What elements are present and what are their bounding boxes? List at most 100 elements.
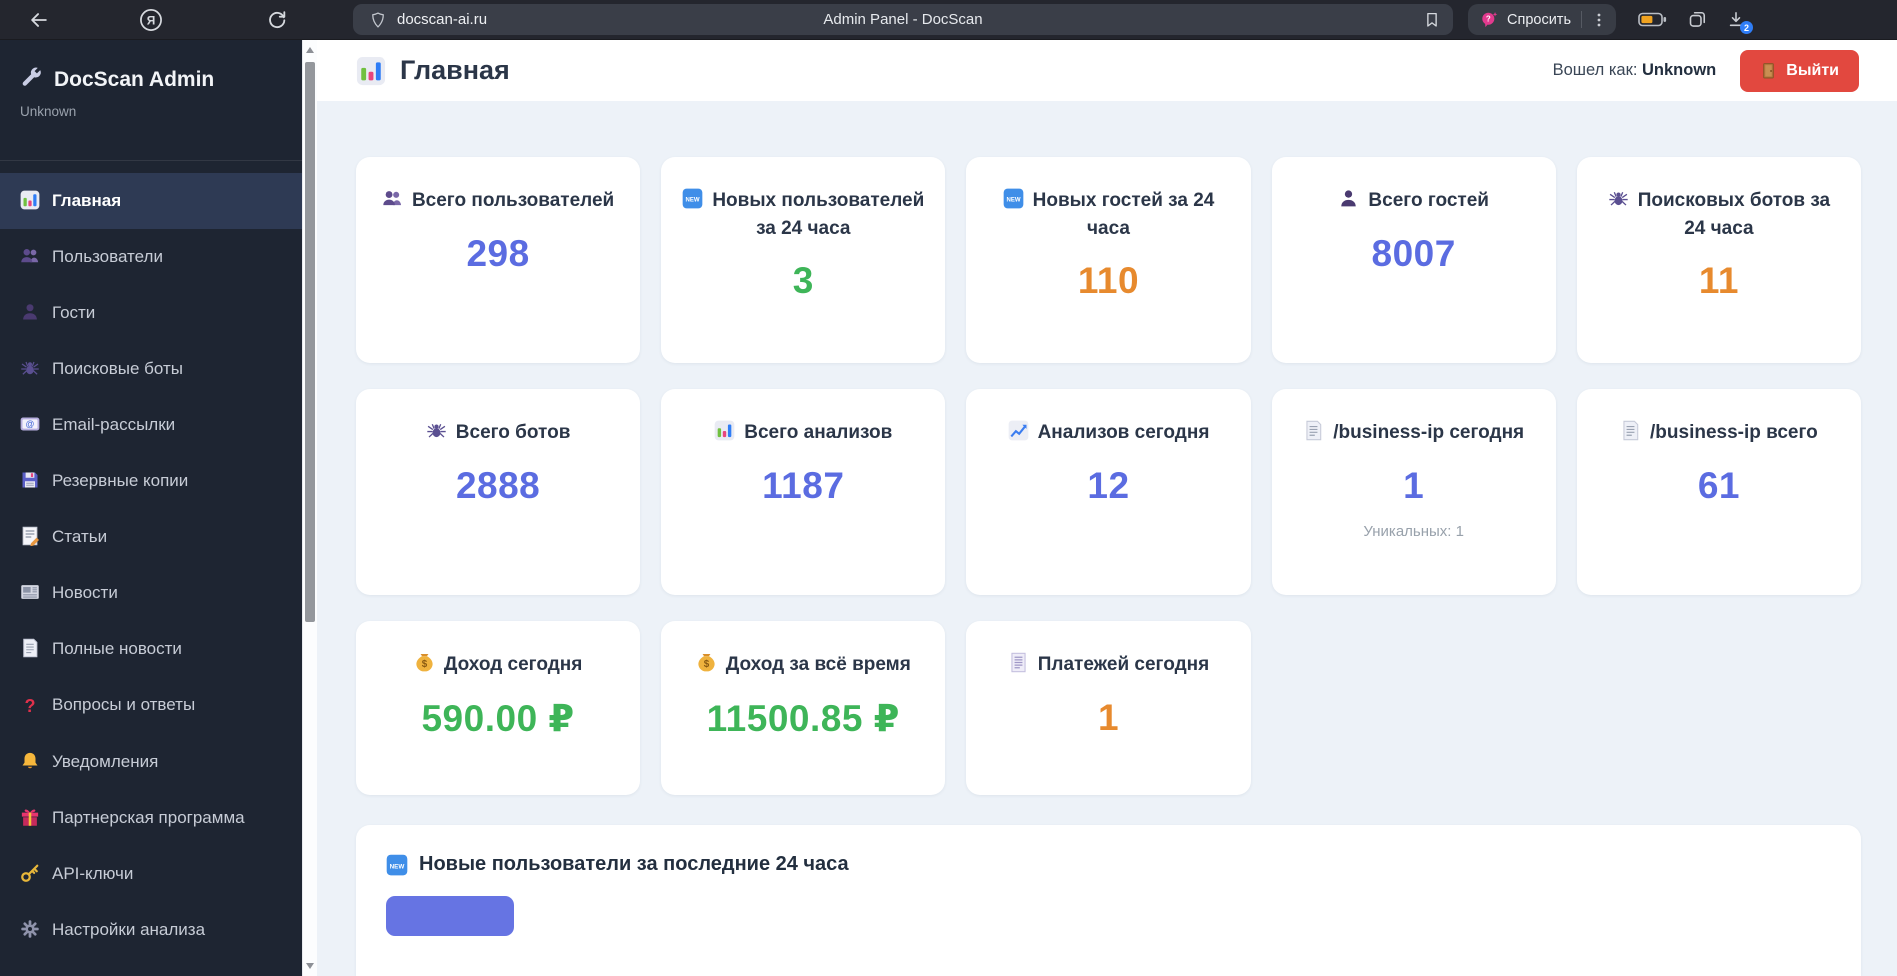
kebab-menu-icon[interactable] — [1592, 12, 1606, 28]
new-badge-icon: NEW — [386, 854, 408, 876]
stat-value: 1 — [1403, 464, 1425, 506]
stat-value: 12 — [1087, 464, 1130, 506]
stat-value: 11 — [1698, 260, 1739, 302]
stat-card-total-bots: Всего ботов 2888 — [356, 389, 641, 595]
sidebar-item-search-bots[interactable]: Поисковые боты — [0, 341, 302, 397]
sidebar-nav: Главная Пользователи Гости Поисковые бот… — [0, 161, 302, 958]
sidebar-item-analysis-settings[interactable]: Настройки анализа — [0, 902, 302, 958]
svg-text:$: $ — [422, 659, 428, 670]
logout-button[interactable]: Выйти — [1740, 49, 1859, 92]
yandex-logo-button[interactable]: Я — [138, 7, 164, 33]
scroll-down-button[interactable] — [303, 958, 317, 974]
battery-icon[interactable] — [1638, 11, 1667, 28]
gear-icon — [20, 919, 40, 939]
refresh-button[interactable] — [264, 7, 290, 33]
sidebar-item-users[interactable]: Пользователи — [0, 229, 302, 285]
svg-text:NEW: NEW — [686, 198, 700, 204]
money-bag-icon: $ — [696, 652, 717, 673]
sidebar-item-full-news[interactable]: Полные новости — [0, 621, 302, 677]
brand-title: DocScan Admin — [54, 68, 215, 91]
logged-in-user: Unknown — [1642, 61, 1717, 79]
sidebar: DocScan Admin Unknown Главная Пользовате… — [0, 40, 302, 976]
stat-value: 61 — [1697, 464, 1740, 506]
downloads-button[interactable]: 2 — [1726, 9, 1753, 34]
bar-chart-icon — [714, 420, 735, 441]
stat-value: 3 — [792, 260, 814, 302]
document-icon — [1620, 420, 1641, 441]
bar-chart-icon — [20, 190, 40, 210]
scroll-up-button[interactable] — [303, 42, 317, 58]
floppy-disk-icon — [20, 470, 40, 490]
stat-card-new-guests-24h: NEW Новых гостей за 24 часа 110 — [966, 157, 1251, 363]
sidebar-item-news[interactable]: Новости — [0, 565, 302, 621]
document-icon — [20, 638, 40, 658]
spider-icon — [426, 420, 447, 441]
logged-in-as: Вошел как: Unknown — [1552, 61, 1717, 79]
new-users-panel-title: NEW Новые пользователи за последние 24 ч… — [386, 853, 1831, 876]
stat-card-new-users-24h: NEW Новых пользователей за 24 часа 3 — [661, 157, 946, 363]
new-badge-icon: NEW — [1003, 188, 1024, 209]
sidebar-item-notifications[interactable]: Уведомления — [0, 734, 302, 790]
tabs-panel-icon[interactable] — [1687, 9, 1708, 30]
page-scrollbar[interactable] — [302, 40, 317, 976]
new-users-panel: NEW Новые пользователи за последние 24 ч… — [356, 825, 1861, 976]
money-bag-icon: $ — [414, 652, 435, 673]
email-icon: @ — [20, 414, 40, 434]
sidebar-item-api-keys[interactable]: API-ключи — [0, 846, 302, 902]
ask-ai-button[interactable]: ? Спросить — [1468, 4, 1616, 35]
svg-text:Я: Я — [147, 13, 156, 27]
svg-text:NEW: NEW — [1006, 198, 1020, 204]
door-icon — [1760, 62, 1777, 79]
ask-ai-label: Спросить — [1507, 11, 1571, 28]
panel-action-button[interactable] — [386, 896, 514, 936]
sidebar-item-articles[interactable]: Статьи — [0, 509, 302, 565]
sidebar-item-dashboard[interactable]: Главная — [0, 173, 302, 229]
stat-card-total-analyses: Всего анализов 1187 — [661, 389, 946, 595]
shield-icon[interactable] — [369, 11, 387, 29]
scrollbar-thumb[interactable] — [305, 62, 315, 622]
stat-note: Уникальных: 1 — [1363, 522, 1464, 540]
stat-card-payments-today: Платежей сегодня 1 — [966, 621, 1251, 795]
stat-card-business-ip-total: /business-ip всего 61 — [1576, 389, 1861, 595]
stat-value: 298 — [466, 232, 530, 274]
stat-value: 110 — [1077, 260, 1140, 302]
divider — [1581, 11, 1582, 28]
stat-value: 8007 — [1371, 232, 1456, 274]
sidebar-item-guests[interactable]: Гости — [0, 285, 302, 341]
stat-value: 1187 — [762, 464, 845, 506]
back-button[interactable] — [26, 7, 52, 33]
gift-icon — [20, 807, 40, 827]
svg-text:$: $ — [704, 659, 710, 670]
svg-text:?: ? — [1486, 15, 1491, 24]
question-icon: ? — [24, 696, 36, 716]
browser-toolbar: Я docscan-ai.ru Admin Panel - DocScan ? … — [0, 0, 1897, 40]
stat-card-income-today: $ Доход сегодня 590.00 ₽ — [356, 621, 641, 795]
key-icon — [20, 863, 40, 883]
document-icon — [1303, 420, 1324, 441]
sidebar-user-label: Unknown — [20, 104, 77, 119]
sidebar-item-faq[interactable]: ? Вопросы и ответы — [0, 677, 302, 734]
spider-icon — [20, 358, 40, 378]
main-header: Главная Вошел как: Unknown Выйти — [317, 40, 1897, 101]
chart-up-icon — [1008, 420, 1029, 441]
bookmark-icon[interactable] — [1423, 11, 1441, 29]
download-count-badge: 2 — [1740, 21, 1753, 34]
dashboard-content: Всего пользователей 298 NEW Новых пользов… — [317, 101, 1897, 976]
stat-value: 11500.85 ₽ — [706, 697, 900, 739]
stat-card-income-all-time: $ Доход за всё время 11500.85 ₽ — [661, 621, 946, 795]
stat-value: 1 — [1097, 696, 1120, 738]
stat-card-analyses-today: Анализов сегодня 12 — [966, 389, 1251, 595]
svg-text:@: @ — [26, 419, 35, 429]
address-bar[interactable]: docscan-ai.ru Admin Panel - DocScan — [353, 4, 1453, 35]
sidebar-item-backups[interactable]: Резервные копии — [0, 453, 302, 509]
sidebar-item-partner-program[interactable]: Партнерская программа — [0, 790, 302, 846]
svg-text:NEW: NEW — [390, 863, 405, 870]
users-icon — [382, 188, 403, 209]
stat-value: 2888 — [455, 464, 541, 506]
ask-ai-icon: ? — [1480, 10, 1499, 29]
users-icon — [20, 246, 40, 266]
brand: DocScan Admin — [20, 66, 282, 94]
new-badge-icon: NEW — [682, 188, 703, 209]
sidebar-item-email[interactable]: @ Email-рассылки — [0, 397, 302, 453]
receipt-icon — [1008, 652, 1029, 673]
